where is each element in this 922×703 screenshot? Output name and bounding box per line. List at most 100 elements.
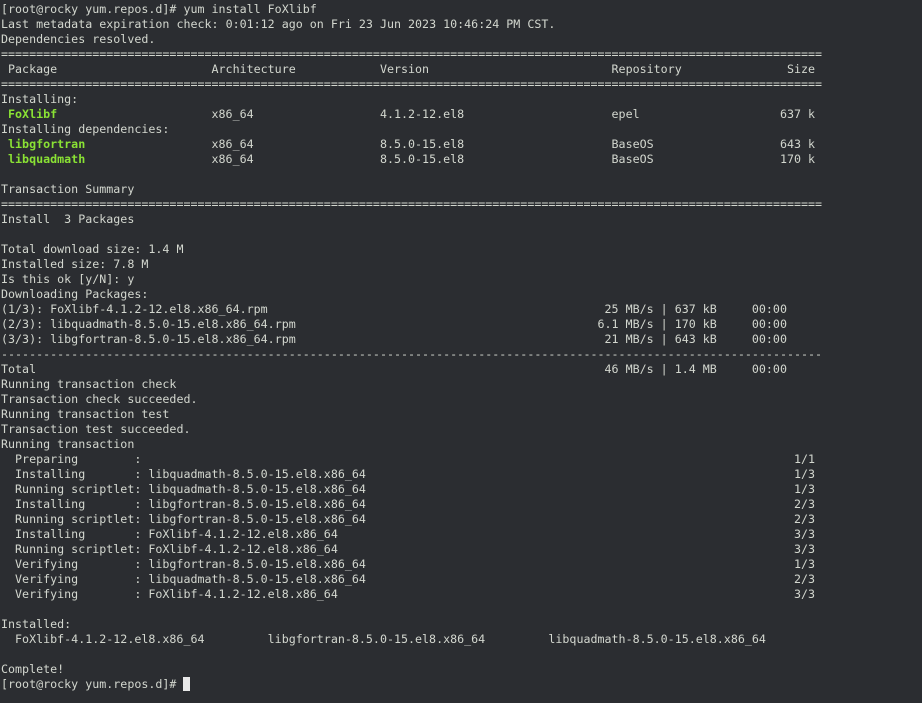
message-line: Transaction check succeeded.	[1, 392, 822, 407]
installed-package: libquadmath-8.5.0-15.el8.x86_64	[548, 632, 766, 646]
shell-prompt: [root@rocky yum.repos.d]#	[1, 677, 184, 691]
metadata-line: Last metadata expiration check: 0:01:12 …	[1, 17, 822, 32]
step-action: Running scriptlet	[15, 512, 135, 526]
step-package: libgfortran-8.5.0-15.el8.x86_64	[148, 497, 366, 511]
transaction-step: Verifying: FoXlibf-4.1.2-12.el8.x86_64 3/3	[1, 587, 822, 602]
package-row: libgfortran x86_64 8.5.0-15.el8 BaseOS 643 k	[1, 137, 822, 152]
group-label-text: Installing:	[1, 92, 79, 106]
step-progress: 2/3	[793, 512, 816, 526]
step-progress: 2/3	[793, 497, 816, 511]
step-action: Installing	[15, 527, 86, 541]
transaction-step: Verifying: libgfortran-8.5.0-15.el8.x86_6…	[1, 557, 822, 572]
group-label-text: Installing dependencies:	[1, 122, 170, 136]
installed-label-text: Installed:	[1, 617, 72, 631]
separator: ========================================…	[1, 197, 823, 211]
download-file: (2/3): libquadmath-8.5.0-15.el8.x86_64.r…	[1, 317, 296, 331]
metadata-line-text: Last metadata expiration check: 0:01:12 …	[1, 17, 556, 31]
summary-title-text: Transaction Summary	[1, 182, 135, 196]
step-package: libgfortran-8.5.0-15.el8.x86_64	[148, 557, 366, 571]
download-pipe: |	[660, 362, 668, 376]
step-separator: :	[134, 467, 142, 481]
package-repo: epel	[611, 107, 640, 121]
separator-line: ========================================…	[1, 197, 822, 212]
info-line-text: Total download size: 1.4 M	[1, 242, 184, 256]
group-label: Installing:	[1, 92, 822, 107]
message-line: Running transaction	[1, 437, 822, 452]
shell-prompt: [root@rocky yum.repos.d]#	[1, 2, 184, 16]
summary-install-text: Install 3 Packages	[1, 212, 135, 226]
header-version: Version	[379, 62, 430, 76]
step-separator: :	[134, 572, 142, 586]
download-speed: 25 MB/s	[604, 302, 654, 316]
step-progress: 3/3	[793, 587, 816, 601]
message-line-text: Running transaction check	[1, 377, 177, 391]
download-speed: 6.1 MB/s	[597, 317, 654, 331]
step-separator: :	[134, 527, 142, 541]
step-separator: :	[134, 557, 142, 571]
transaction-step: Running scriptlet: libquadmath-8.5.0-15.e…	[1, 482, 822, 497]
download-size: 170 kB	[674, 317, 717, 331]
terminal-output[interactable]: [root@rocky yum.repos.d]# yum install Fo…	[1, 2, 822, 692]
command-line: [root@rocky yum.repos.d]# yum install Fo…	[1, 2, 822, 17]
package-arch: x86_64	[211, 107, 254, 121]
step-package: FoXlibf-4.1.2-12.el8.x86_64	[148, 587, 338, 601]
message-line-text: Transaction check succeeded.	[1, 392, 198, 406]
download-time: 00:00	[751, 332, 787, 346]
download-row: (3/3): libgfortran-8.5.0-15.el8.x86_64.r…	[1, 332, 822, 347]
package-version: 8.5.0-15.el8	[379, 137, 465, 151]
step-separator: :	[134, 482, 142, 496]
message-line: Running transaction check	[1, 377, 822, 392]
package-name: libgfortran	[8, 137, 86, 151]
download-pipe: |	[660, 302, 668, 316]
download-file: Total	[1, 362, 37, 376]
installed-packages: FoXlibf-4.1.2-12.el8.x86_64 libgfortran-8…	[1, 632, 822, 647]
message-line-text: Running transaction	[1, 437, 135, 451]
step-progress: 1/3	[793, 467, 816, 481]
deps-resolved-text: Dependencies resolved.	[1, 32, 156, 46]
group-label: Installing dependencies:	[1, 122, 822, 137]
download-time: 00:00	[751, 362, 787, 376]
info-line-text: Installed size: 7.8 M	[1, 257, 149, 271]
step-package: libquadmath-8.5.0-15.el8.x86_64	[148, 482, 366, 496]
step-action: Installing	[15, 467, 86, 481]
step-action: Verifying	[15, 572, 79, 586]
message-line-text: Running transaction test	[1, 407, 170, 421]
package-name: FoXlibf	[8, 107, 58, 121]
step-package: FoXlibf-4.1.2-12.el8.x86_64	[148, 527, 338, 541]
step-separator: :	[134, 497, 142, 511]
step-action: Running scriptlet	[15, 482, 135, 496]
complete-line-text: Complete!	[1, 662, 65, 676]
separator: ========================================…	[1, 47, 823, 61]
download-speed: 21 MB/s	[604, 332, 654, 346]
deps-resolved: Dependencies resolved.	[1, 32, 822, 47]
separator-line: ========================================…	[1, 47, 822, 62]
header-package: Package	[8, 62, 58, 76]
package-arch: x86_64	[211, 152, 254, 166]
transaction-step: Preparing: 1/1	[1, 452, 822, 467]
info-line: Total download size: 1.4 M	[1, 242, 822, 257]
header-repo: Repository	[611, 62, 682, 76]
step-action: Preparing	[15, 452, 79, 466]
info-line-text: Is this ok [y/N]: y	[1, 272, 135, 286]
complete-line: Complete!	[1, 662, 822, 677]
step-separator: :	[134, 542, 142, 556]
transaction-step: Installing: libquadmath-8.5.0-15.el8.x86_…	[1, 467, 822, 482]
step-action: Verifying	[15, 587, 79, 601]
separator-line: ========================================…	[1, 77, 822, 92]
download-pipe: |	[660, 317, 668, 331]
package-size: 170 k	[779, 152, 816, 166]
package-repo: BaseOS	[611, 152, 654, 166]
message-line-text: Transaction test succeeded.	[1, 422, 191, 436]
package-size: 643 k	[779, 137, 816, 151]
step-progress: 3/3	[793, 542, 816, 556]
download-row: (2/3): libquadmath-8.5.0-15.el8.x86_64.r…	[1, 317, 822, 332]
package-version: 4.1.2-12.el8	[379, 107, 465, 121]
download-size: 643 kB	[674, 332, 717, 346]
step-progress: 1/3	[793, 482, 816, 496]
step-action: Verifying	[15, 557, 79, 571]
command-text: yum install FoXlibf	[183, 2, 317, 16]
download-row: (1/3): FoXlibf-4.1.2-12.el8.x86_64.rpm 25…	[1, 302, 822, 317]
installed-label: Installed:	[1, 617, 822, 632]
download-time: 00:00	[751, 317, 787, 331]
